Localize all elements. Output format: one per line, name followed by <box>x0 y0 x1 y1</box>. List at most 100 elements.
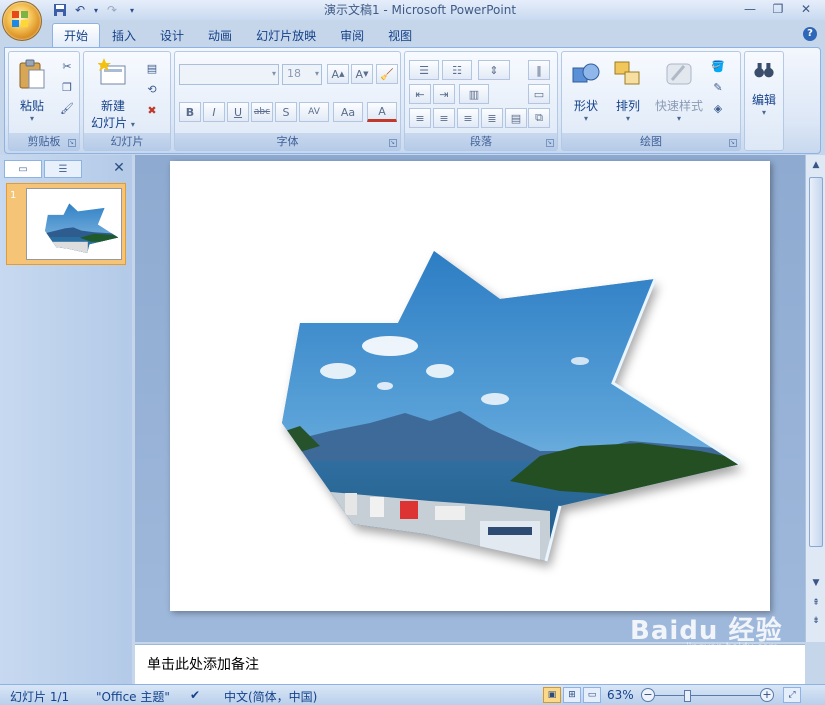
paste-dropdown-icon: ▾ <box>29 114 34 123</box>
line-spacing-icon[interactable]: ⇕ <box>478 60 510 80</box>
arrange-button[interactable]: 排列 ▾ <box>608 58 648 123</box>
bullets-icon[interactable]: ☰ <box>409 60 439 80</box>
shape-fill-icon[interactable]: 🪣 <box>710 58 726 74</box>
grow-font-icon[interactable]: A ▲ <box>327 64 349 84</box>
justify-icon[interactable]: ≣ <box>481 108 503 128</box>
numbering-icon[interactable]: ☷ <box>442 60 472 80</box>
char-spacing-button[interactable]: AV <box>299 102 329 122</box>
drawing-launcher-icon[interactable]: ↘ <box>729 139 737 147</box>
tab-animations[interactable]: 动画 <box>196 23 244 47</box>
undo-dropdown-icon[interactable]: ▾ <box>92 2 100 18</box>
scroll-up-icon[interactable]: ▲ <box>808 157 824 173</box>
format-painter-icon[interactable]: 🖌 <box>59 100 75 116</box>
copy-icon[interactable]: ❐ <box>59 79 75 95</box>
next-slide-icon[interactable]: ⇟ <box>808 613 824 629</box>
slide-sorter-icon[interactable]: ⊞ <box>563 687 581 703</box>
minimize-icon[interactable]: — <box>737 0 763 18</box>
zoom-slider[interactable] <box>655 695 760 696</box>
italic-button[interactable]: I <box>203 102 225 122</box>
help-icon[interactable]: ? <box>803 27 817 41</box>
new-slide-button[interactable]: 新建 幻灯片 ▾ <box>88 58 138 131</box>
tab-review[interactable]: 审阅 <box>328 23 376 47</box>
language[interactable]: 中文(简体，中国) <box>224 688 317 705</box>
tab-insert[interactable]: 插入 <box>100 23 148 47</box>
font-size-combo[interactable]: 18 ▾ <box>282 64 322 85</box>
window-controls: — ❐ ✕ <box>737 0 819 18</box>
tab-slideshow[interactable]: 幻灯片放映 <box>244 23 328 47</box>
outline-tab-icon[interactable]: ☰ <box>44 160 82 178</box>
distributed-icon[interactable]: ▤ <box>505 108 527 128</box>
fit-to-window-icon[interactable]: ⤢ <box>783 687 801 703</box>
zoom-level[interactable]: 63% <box>607 688 634 702</box>
underline-button[interactable]: U <box>227 102 249 122</box>
tab-view[interactable]: 视图 <box>376 23 424 47</box>
cut-icon[interactable]: ✂ <box>59 58 75 74</box>
scroll-down-icon[interactable]: ▼ <box>808 575 824 591</box>
slides-tab-icon[interactable]: ▭ <box>4 160 42 178</box>
align-right-icon[interactable]: ≡ <box>457 108 479 128</box>
customize-qat-icon[interactable]: ▾ <box>124 2 140 18</box>
align-center-icon[interactable]: ≡ <box>433 108 455 128</box>
clipboard-launcher-icon[interactable]: ↘ <box>68 139 76 147</box>
font-color-button[interactable]: A <box>367 102 397 122</box>
shadow-button[interactable]: S <box>275 102 297 122</box>
undo-icon[interactable]: ↶ <box>72 2 88 18</box>
slide-canvas[interactable] <box>170 161 770 611</box>
font-size-dropdown-icon: ▾ <box>314 69 319 78</box>
paste-button[interactable]: 粘贴 ▾ <box>13 58 51 123</box>
slideshow-view-icon[interactable]: ▭ <box>583 687 601 703</box>
shapes-label: 形状 <box>573 99 598 113</box>
star-picture[interactable] <box>170 161 770 611</box>
align-text-icon[interactable]: ▭ <box>528 84 550 104</box>
quick-styles-button[interactable]: 快速样式 ▾ <box>650 58 708 123</box>
align-left-icon[interactable]: ≡ <box>409 108 431 128</box>
save-icon[interactable] <box>52 2 68 18</box>
watermark-sub: jingyan.baidu.com <box>686 642 779 653</box>
notes-placeholder[interactable]: 单击此处添加备注 <box>147 654 259 674</box>
editing-button[interactable]: 编辑 ▾ <box>747 58 781 117</box>
arrange-dropdown-icon: ▾ <box>625 114 630 123</box>
font-name-combo[interactable]: ▾ <box>179 64 279 85</box>
increase-indent-icon[interactable]: ⇥ <box>433 84 455 104</box>
new-slide-label-2: 幻灯片 ▾ <box>91 116 135 130</box>
scroll-thumb[interactable] <box>809 177 823 547</box>
shape-effects-icon[interactable]: ◈ <box>710 100 726 116</box>
font-launcher-icon[interactable]: ↘ <box>389 139 397 147</box>
tab-design[interactable]: 设计 <box>148 23 196 47</box>
decrease-indent-icon[interactable]: ⇤ <box>409 84 431 104</box>
strikethrough-button[interactable]: abc <box>251 102 273 122</box>
previous-slide-icon[interactable]: ⇞ <box>808 595 824 611</box>
restore-icon[interactable]: ❐ <box>765 0 791 18</box>
shape-outline-icon[interactable]: ✎ <box>710 79 726 95</box>
columns-icon[interactable]: ▥ <box>459 84 489 104</box>
slide-thumbnail[interactable] <box>26 188 122 260</box>
layout-icon[interactable]: ▤ <box>144 60 160 76</box>
paragraph-launcher-icon[interactable]: ↘ <box>546 139 554 147</box>
paste-label: 粘贴 <box>19 99 44 113</box>
shrink-font-icon[interactable]: A ▼ <box>351 64 373 84</box>
office-logo-icon <box>12 11 28 27</box>
slide-thumbnail-number: 1 <box>10 190 17 201</box>
clear-format-icon[interactable]: 🧹 <box>376 64 398 84</box>
drawing-group-label: 绘图 <box>562 133 740 150</box>
zoom-out-icon[interactable]: − <box>641 688 655 702</box>
text-direction-icon[interactable]: ‖ <box>528 60 550 80</box>
close-icon[interactable]: ✕ <box>793 0 819 18</box>
normal-view-icon[interactable]: ▣ <box>543 687 561 703</box>
zoom-slider-thumb[interactable] <box>684 690 691 702</box>
vertical-scrollbar[interactable]: ▲ ▼ ⇞ ⇟ <box>805 155 825 642</box>
bold-button[interactable]: B <box>179 102 201 122</box>
spell-check-icon[interactable]: ✔ <box>190 688 200 702</box>
smartart-icon[interactable]: ⧉ <box>528 108 550 128</box>
delete-slide-icon[interactable]: ✖ <box>144 102 160 118</box>
font-group-label: 字体 <box>175 133 400 150</box>
change-case-button[interactable]: Aa <box>333 102 363 122</box>
close-pane-icon[interactable]: ✕ <box>111 160 127 176</box>
shapes-button[interactable]: 形状 ▾ <box>566 58 606 123</box>
pane-tabs: ▭ ☰ <box>4 160 82 178</box>
tab-home[interactable]: 开始 <box>52 23 101 47</box>
paste-icon <box>19 59 45 89</box>
redo-icon[interactable]: ↷ <box>104 2 120 18</box>
zoom-in-icon[interactable]: + <box>760 688 774 702</box>
reset-slide-icon[interactable]: ⟲ <box>144 81 160 97</box>
